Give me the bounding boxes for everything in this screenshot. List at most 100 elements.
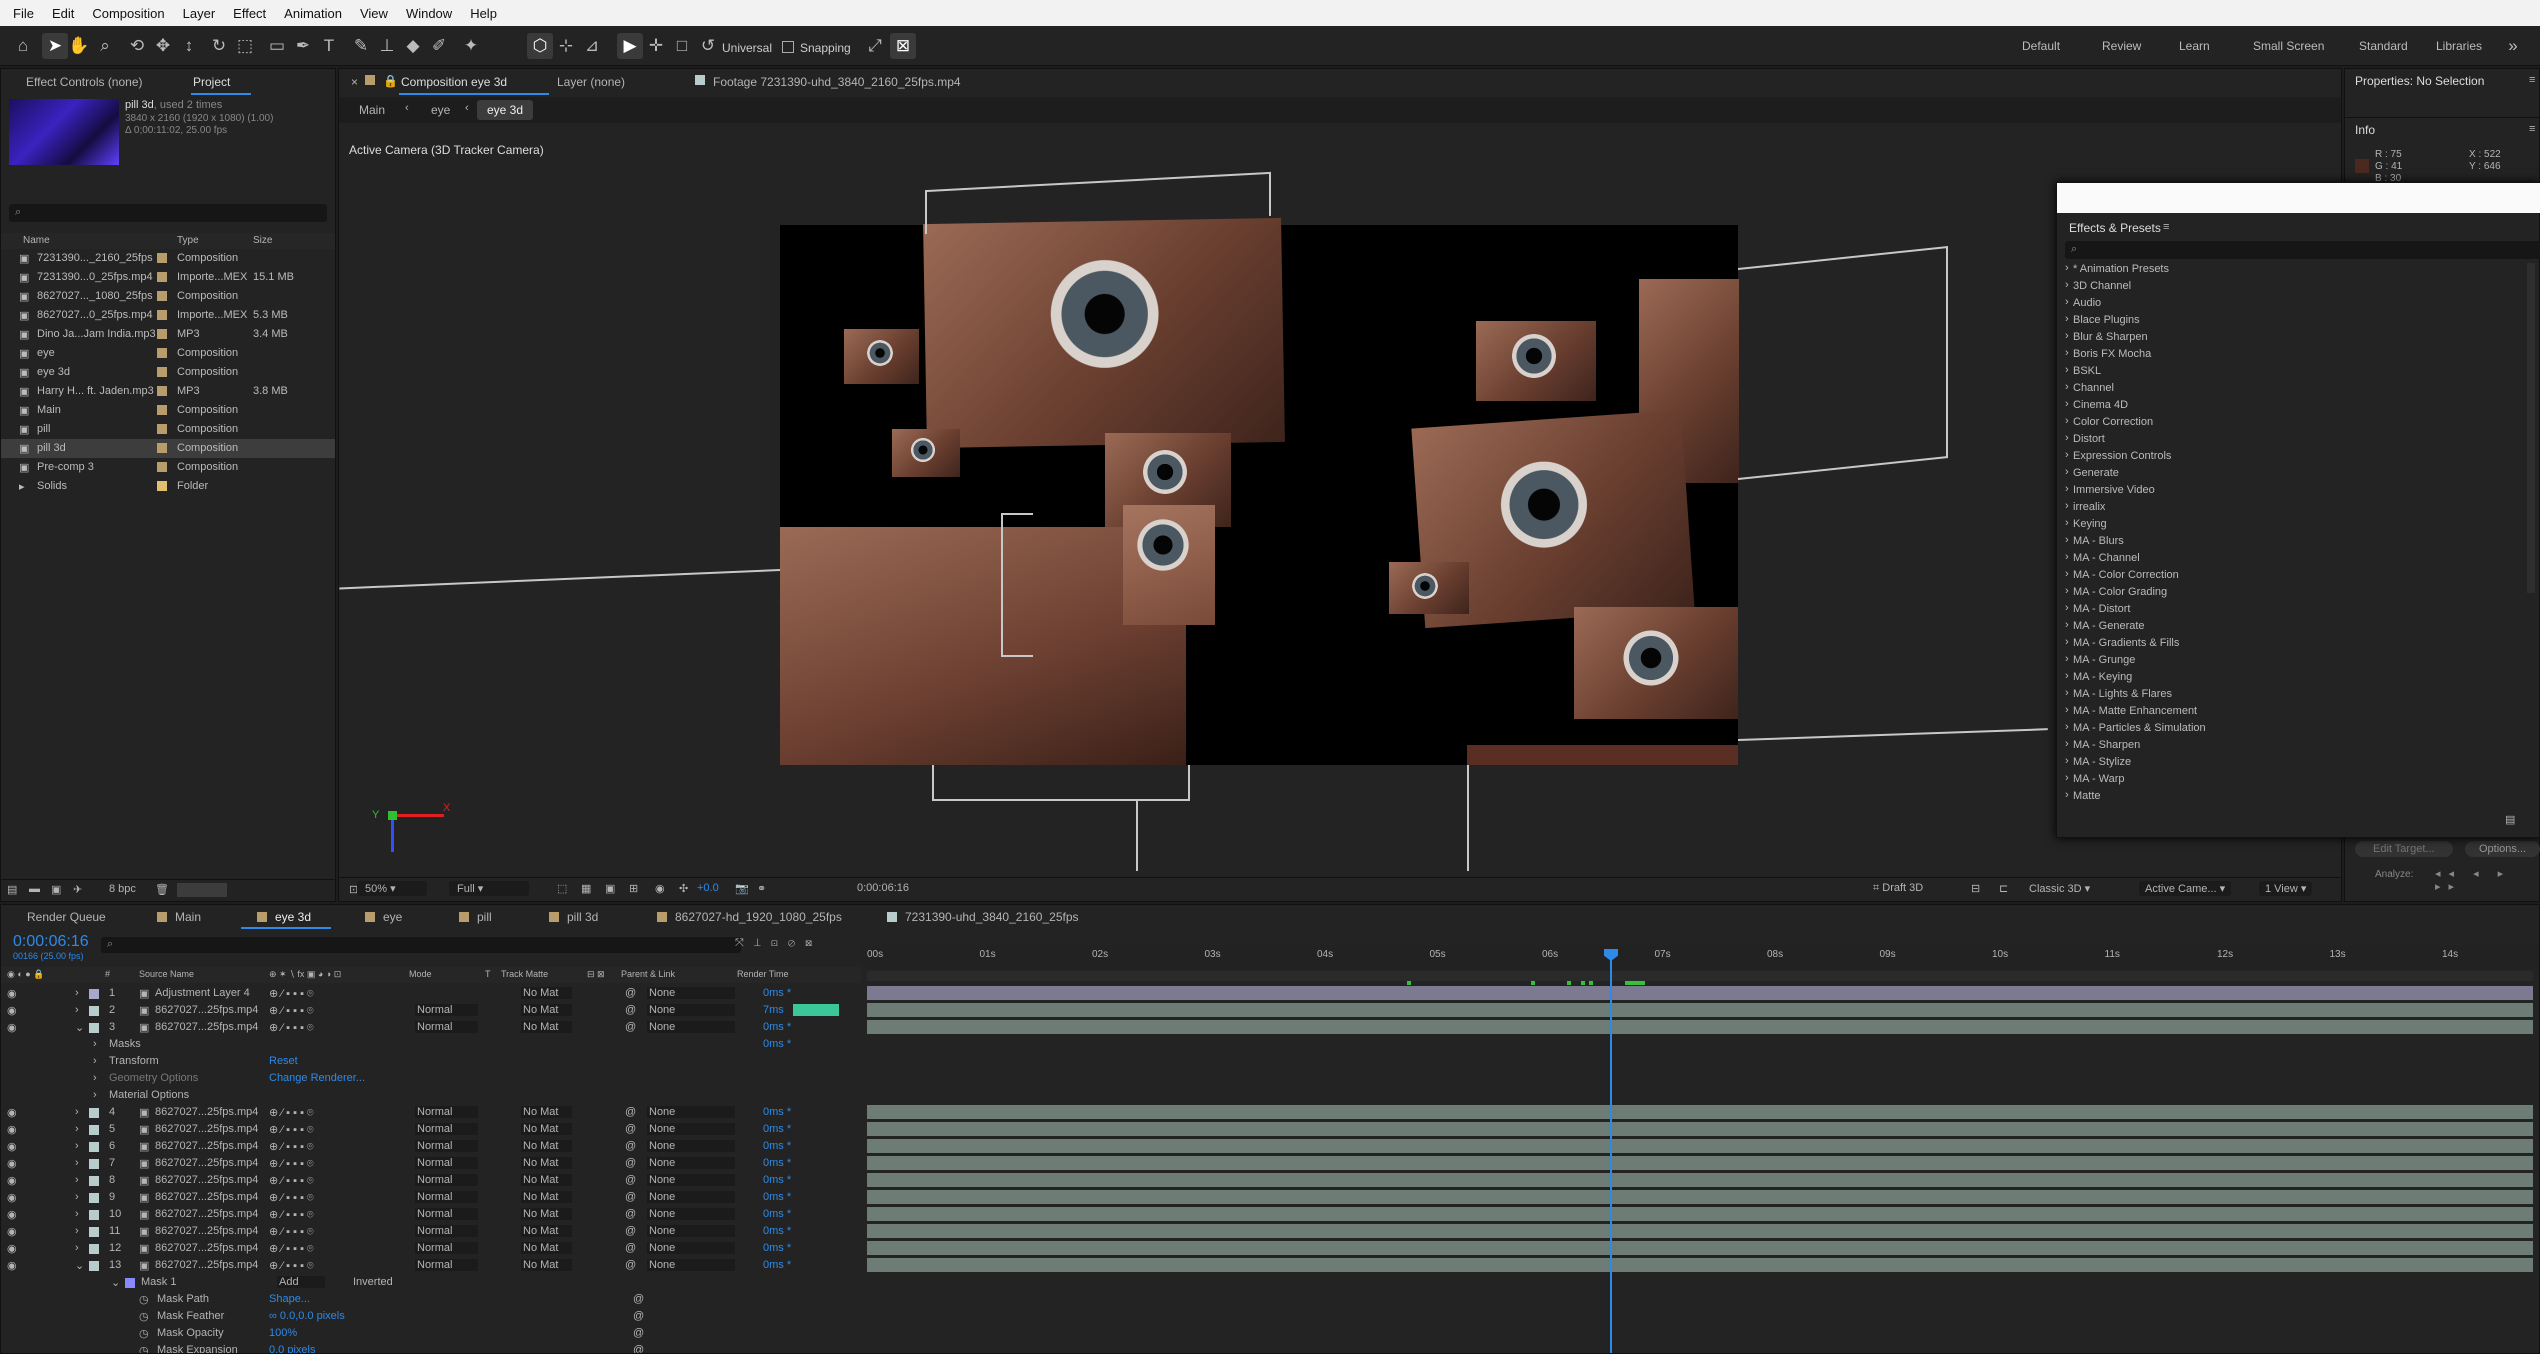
scale-tool-icon[interactable]: □ xyxy=(669,33,695,59)
pickwhip-icon[interactable]: @ xyxy=(625,1123,636,1135)
layer-name[interactable]: 8627027...25fps.mp4 xyxy=(155,1242,258,1254)
track-matte-dropdown[interactable]: No Mat xyxy=(521,1242,573,1254)
expand-toggle-icon[interactable]: › xyxy=(75,1106,79,1118)
y-axis-gizmo[interactable] xyxy=(388,811,397,820)
tab-layer[interactable]: Layer (none) xyxy=(557,75,625,89)
snap-options-icon[interactable]: ⤢ xyxy=(862,33,888,59)
tab-composition[interactable]: Composition eye 3d xyxy=(401,75,507,89)
label-color[interactable] xyxy=(157,272,167,282)
label-color[interactable] xyxy=(157,291,167,301)
effects-category[interactable]: › MA - Warp xyxy=(2057,771,2527,788)
stopwatch-icon[interactable]: ◷ xyxy=(139,1310,149,1323)
project-row[interactable]: ▣ Dino Ja...Jam India.mp3 MP3 3.4 MB xyxy=(1,325,335,344)
track-matte-dropdown[interactable]: No Mat xyxy=(521,1174,573,1186)
effects-category[interactable]: › MA - Lights & Flares xyxy=(2057,686,2527,703)
parent-dropdown[interactable]: None xyxy=(647,1140,736,1152)
layer-duration-bar[interactable] xyxy=(867,1173,2533,1187)
expand-toggle-icon[interactable]: › xyxy=(75,1004,79,1016)
clone-stamp-icon[interactable]: ⊥ xyxy=(374,33,400,59)
eye-layer[interactable] xyxy=(892,429,960,477)
parent-dropdown[interactable]: None xyxy=(647,987,736,999)
col-render-time[interactable]: Render Time xyxy=(737,969,789,979)
region-interest-icon[interactable]: ⬚ xyxy=(557,882,567,895)
layer-label-color[interactable] xyxy=(89,1244,99,1254)
snapping-checkbox[interactable] xyxy=(782,41,794,53)
layer-label-color[interactable] xyxy=(89,1006,99,1016)
project-row[interactable]: ▣ Pre-comp 3 Composition xyxy=(1,458,335,477)
layer-label-color[interactable] xyxy=(89,1125,99,1135)
eye-icon[interactable]: ◉ xyxy=(7,1123,17,1136)
workspace-libraries[interactable]: Libraries xyxy=(2436,39,2482,53)
layer-switches[interactable]: ⊕ ∕ ▪ ▪ ▪ ⌾ xyxy=(269,1140,314,1154)
timeline-layer-row[interactable]: ◉ › 12 ▣ 8627027...25fps.mp4 ⊕ ∕ ▪ ▪ ▪ ⌾ Norma… xyxy=(1,1240,2539,1257)
track-matte-dropdown[interactable]: No Mat xyxy=(521,1106,573,1118)
pickwhip-icon[interactable]: @ xyxy=(625,1157,636,1169)
pickwhip-icon[interactable]: @ xyxy=(625,987,636,999)
layer-duration-bar[interactable] xyxy=(867,1122,2533,1136)
exposure-value[interactable]: +0.0 xyxy=(697,882,719,894)
layer-name[interactable]: 8627027...25fps.mp4 xyxy=(155,1004,258,1016)
layer-label-color[interactable] xyxy=(89,1108,99,1118)
project-row[interactable]: ▣ pill 3d Composition xyxy=(1,439,335,458)
selection-tool-icon[interactable]: ➤ xyxy=(42,33,68,59)
blend-mode-dropdown[interactable]: Normal xyxy=(415,1140,479,1152)
menu-view[interactable]: View xyxy=(360,6,388,21)
label-color[interactable] xyxy=(157,443,167,453)
blend-mode-dropdown[interactable]: Normal xyxy=(415,1259,479,1271)
pickwhip-icon[interactable]: @ xyxy=(633,1293,644,1305)
brush-tool-icon[interactable]: ✎ xyxy=(348,33,374,59)
timeline-search-input[interactable]: ⌕ xyxy=(101,937,741,953)
tab-project[interactable]: Project xyxy=(193,75,230,89)
layer-duration-bar[interactable] xyxy=(867,1190,2533,1204)
layer-name[interactable]: 8627027...25fps.mp4 xyxy=(155,1225,258,1237)
parent-dropdown[interactable]: None xyxy=(647,1242,736,1254)
eye-icon[interactable]: ◉ xyxy=(7,1259,17,1272)
label-color[interactable] xyxy=(157,424,167,434)
parent-dropdown[interactable]: None xyxy=(647,1123,736,1135)
layer-duration-bar[interactable] xyxy=(867,1020,2533,1034)
orbit-camera-icon[interactable]: ⟲ xyxy=(124,33,150,59)
mask-color[interactable] xyxy=(125,1278,135,1288)
parent-dropdown[interactable]: None xyxy=(647,1021,736,1033)
project-row[interactable]: ▣ 7231390...0_25fps.mp4 Importe...MEX 15.1 … xyxy=(1,268,335,287)
layer-property-group[interactable]: › Transform Reset xyxy=(1,1053,2539,1070)
layer-label-color[interactable] xyxy=(89,1023,99,1033)
puppet-tool-icon[interactable]: ✦ xyxy=(458,33,484,59)
select-tool-3d-icon[interactable]: ▶ xyxy=(617,33,643,59)
project-row[interactable]: ▣ pill Composition xyxy=(1,420,335,439)
track-matte-dropdown[interactable]: No Mat xyxy=(521,1225,573,1237)
x-axis-gizmo[interactable] xyxy=(394,814,444,817)
effects-category[interactable]: › MA - Grunge xyxy=(2057,652,2527,669)
effects-category[interactable]: › MA - Distort xyxy=(2057,601,2527,618)
eye-icon[interactable]: ◉ xyxy=(7,1208,17,1221)
project-row[interactable]: ▣ eye Composition xyxy=(1,344,335,363)
timeline-layer-row[interactable]: ◉ ⌄ 13 ▣ 8627027...25fps.mp4 ⊕ ∕ ▪ ▪ ▪ ⌾ Norma… xyxy=(1,1257,2539,1274)
label-color[interactable] xyxy=(157,386,167,396)
chevron-right-icon[interactable]: › xyxy=(93,1089,97,1101)
eye-layer[interactable] xyxy=(923,217,1285,449)
col-type[interactable]: Type xyxy=(177,235,199,246)
parent-dropdown[interactable]: None xyxy=(647,1174,736,1186)
label-color[interactable] xyxy=(157,329,167,339)
menu-animation[interactable]: Animation xyxy=(284,6,342,21)
timeline-tab[interactable]: eye 3d xyxy=(275,910,311,924)
tab-effect-controls[interactable]: Effect Controls (none) xyxy=(26,75,143,89)
layer-label-color[interactable] xyxy=(89,1142,99,1152)
blend-mode-dropdown[interactable]: Normal xyxy=(415,1242,479,1254)
effects-category[interactable]: › Boris FX Mocha xyxy=(2057,346,2527,363)
layer-label-color[interactable] xyxy=(89,1176,99,1186)
hand-tool-icon[interactable]: ✋ xyxy=(66,33,92,59)
expand-toggle-icon[interactable]: › xyxy=(75,1208,79,1220)
timeline-switches[interactable]: ⤧⊥⊡⊘⊠ xyxy=(735,937,822,950)
move-tool-icon[interactable]: ✛ xyxy=(643,33,669,59)
world-axis-icon[interactable]: ⊹ xyxy=(553,33,579,59)
mask-name[interactable]: Mask 1 xyxy=(141,1276,176,1288)
pickwhip-icon[interactable]: @ xyxy=(625,1106,636,1118)
close-icon[interactable]: × xyxy=(351,75,358,89)
timeline-tab[interactable]: Main xyxy=(175,910,201,924)
track-matte-dropdown[interactable]: No Mat xyxy=(521,1123,573,1135)
timeline-layer-row[interactable]: ◉ › 2 ▣ 8627027...25fps.mp4 ⊕ ∕ ▪ ▪ ▪ ⌾ Normal… xyxy=(1,1002,2539,1019)
pickwhip-icon[interactable]: @ xyxy=(633,1310,644,1322)
timeline-tab[interactable]: eye xyxy=(383,910,402,924)
flowchart-icon[interactable]: ✈ xyxy=(73,883,82,896)
